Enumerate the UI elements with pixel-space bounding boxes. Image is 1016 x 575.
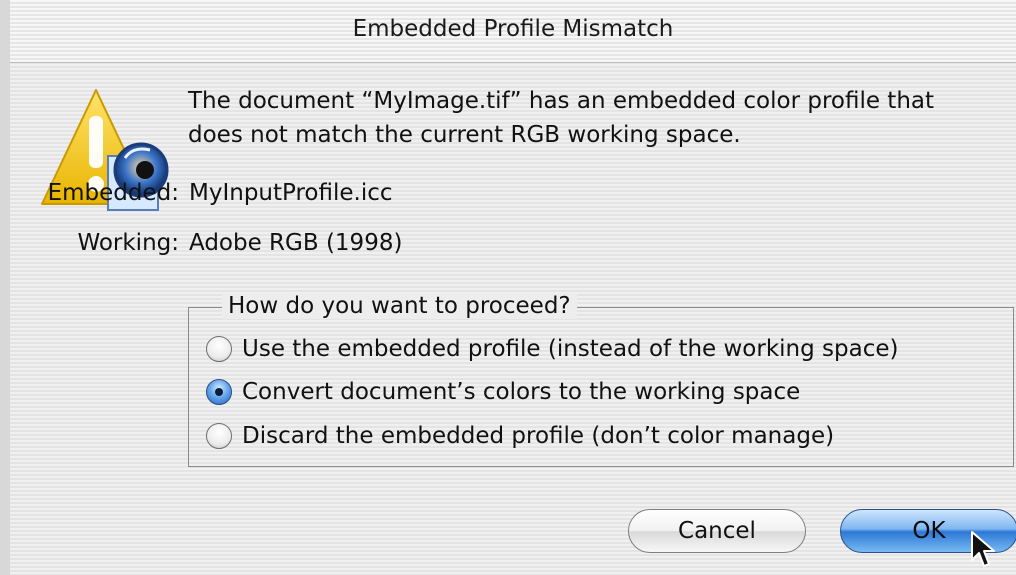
cancel-button[interactable]: Cancel	[628, 509, 806, 553]
embedded-profile-row: Embedded: MyInputProfile.icc	[44, 180, 393, 206]
message-text: The document “MyImage.tif” has an embedd…	[188, 84, 1016, 152]
embedded-value: MyInputProfile.icc	[189, 180, 393, 206]
working-label: Working:	[77, 230, 179, 256]
mouse-pointer-icon	[970, 530, 996, 570]
title-bar[interactable]: Embedded Profile Mismatch	[10, 0, 1016, 63]
message-line-2: does not match the current RGB working s…	[188, 122, 741, 148]
working-profile-row: Working: Adobe RGB (1998)	[44, 230, 402, 256]
radio-option-use-embedded[interactable]: Use the embedded profile (instead of the…	[206, 336, 898, 362]
radio-discard[interactable]	[206, 423, 232, 449]
radio-convert-label[interactable]: Convert document’s colors to the working…	[242, 379, 800, 405]
embedded-label: Embedded:	[47, 180, 179, 206]
radio-option-discard[interactable]: Discard the embedded profile (don’t colo…	[206, 423, 834, 449]
radio-option-convert[interactable]: Convert document’s colors to the working…	[206, 379, 800, 405]
proceed-options-legend: How do you want to proceed?	[222, 293, 577, 319]
radio-convert[interactable]	[206, 379, 232, 405]
window-title: Embedded Profile Mismatch	[352, 16, 674, 42]
message-line-1: The document “MyImage.tif” has an embedd…	[188, 88, 935, 114]
radio-discard-label[interactable]: Discard the embedded profile (don’t colo…	[242, 423, 834, 449]
working-value: Adobe RGB (1998)	[189, 230, 403, 256]
radio-use-embedded[interactable]	[206, 336, 232, 362]
radio-use-embedded-label[interactable]: Use the embedded profile (instead of the…	[242, 336, 898, 362]
dialog-window: Embedded Profile Mismatch The document “…	[0, 0, 1016, 575]
